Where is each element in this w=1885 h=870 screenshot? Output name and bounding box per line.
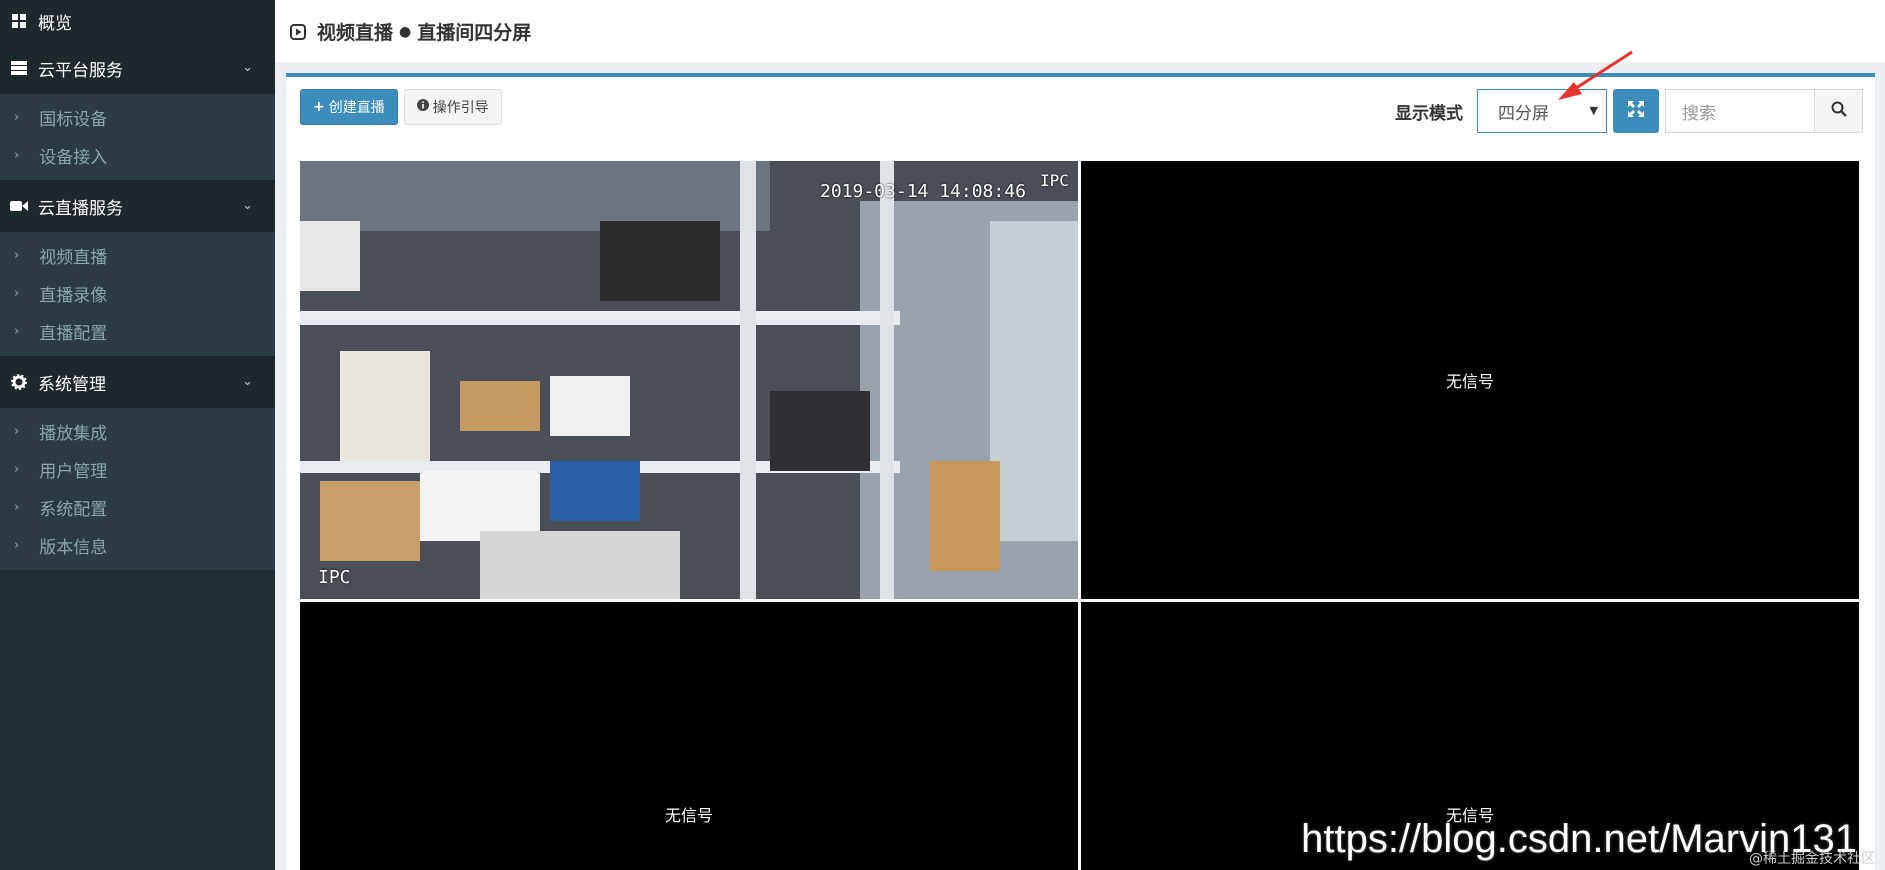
video-cell-1[interactable]: 2019-03-14 14:08:46 IPC IPC bbox=[300, 161, 1078, 599]
sidebar-item-live-config[interactable]: › 直播配置 bbox=[0, 312, 275, 350]
guide-button[interactable]: 操作引导 bbox=[403, 89, 502, 125]
no-signal-text: 无信号 bbox=[664, 806, 713, 825]
create-live-button[interactable]: + 创建直播 bbox=[300, 89, 398, 125]
chevron-right-icon: › bbox=[14, 499, 20, 515]
search-button[interactable] bbox=[1815, 89, 1863, 133]
chevron-down-icon: ⌄ bbox=[242, 60, 253, 75]
play-circle-icon bbox=[289, 23, 307, 40]
sidebar: 概览 云平台服务 ⌄ › 国标设备 › 设备接入 云直播服务 ⌄ › 视频直播 › 直播… bbox=[0, 0, 275, 870]
chevron-right-icon: › bbox=[14, 323, 20, 339]
video-cell-2[interactable]: 无信号 bbox=[1081, 161, 1859, 599]
guide-label: 操作引导 bbox=[432, 100, 489, 116]
no-signal-text: 无信号 bbox=[1445, 372, 1494, 391]
menu-group-label: 云直播服务 bbox=[38, 198, 123, 219]
search-placeholder: 搜索 bbox=[1682, 103, 1716, 124]
chevron-right-icon: › bbox=[14, 147, 20, 163]
video-camera-icon bbox=[10, 200, 28, 212]
menu-item-overview[interactable]: 概览 bbox=[0, 0, 275, 42]
sidebar-item-live-recording[interactable]: › 直播录像 bbox=[0, 274, 275, 312]
sidebar-item-label: 播放集成 bbox=[39, 423, 108, 444]
sidebar-item-label: 系统配置 bbox=[39, 499, 108, 520]
menu-group-system: 系统管理 ⌄ › 播放集成 › 用户管理 › 系统配置 › 版本信息 bbox=[0, 356, 275, 570]
sidebar-item-video-live[interactable]: › 视频直播 bbox=[0, 236, 275, 274]
create-live-label: 创建直播 bbox=[328, 100, 385, 116]
toolbar: + 创建直播 操作引导 bbox=[300, 89, 508, 125]
display-mode-label: 显示模式 bbox=[1395, 103, 1463, 124]
chevron-right-icon: › bbox=[14, 423, 20, 439]
menu-group-title-system[interactable]: 系统管理 ⌄ bbox=[0, 356, 275, 408]
sidebar-item-version-info[interactable]: › 版本信息 bbox=[0, 526, 275, 564]
watermark-sub: @稀土掘金技术社区 bbox=[1749, 851, 1875, 867]
menu-group-label: 云平台服务 bbox=[38, 60, 123, 81]
chevron-right-icon: › bbox=[14, 537, 20, 553]
search-group: 搜索 bbox=[1665, 89, 1863, 133]
annotation-arrow bbox=[1558, 50, 1633, 100]
dashboard-icon bbox=[10, 13, 28, 29]
gear-icon bbox=[10, 374, 28, 390]
video-cell-3[interactable]: 无信号 bbox=[300, 602, 1078, 870]
page-title-main: 视频直播 bbox=[317, 22, 394, 44]
sidebar-item-label: 设备接入 bbox=[39, 147, 108, 168]
menu-label-overview: 概览 bbox=[38, 13, 72, 34]
chevron-down-icon: ⌄ bbox=[242, 198, 253, 213]
info-circle-icon bbox=[416, 99, 429, 115]
sidebar-item-system-config[interactable]: › 系统配置 bbox=[0, 488, 275, 526]
menu-group-cloud-live: 云直播服务 ⌄ › 视频直播 › 直播录像 › 直播配置 bbox=[0, 180, 275, 356]
sidebar-item-label: 用户管理 bbox=[39, 461, 108, 482]
menu-group-title-cloud-platform[interactable]: 云平台服务 ⌄ bbox=[0, 42, 275, 94]
chevron-right-icon: › bbox=[14, 247, 20, 263]
page-title-sub: 直播间四分屏 bbox=[417, 22, 532, 44]
server-icon bbox=[10, 61, 28, 75]
menu-group-cloud-platform: 云平台服务 ⌄ › 国标设备 › 设备接入 bbox=[0, 42, 275, 180]
sidebar-item-player-integration[interactable]: › 播放集成 bbox=[0, 412, 275, 450]
chevron-right-icon: › bbox=[14, 461, 20, 477]
sidebar-item-label: 版本信息 bbox=[39, 537, 108, 558]
sidebar-item-label: 国标设备 bbox=[39, 109, 108, 130]
sidebar-item-device-access[interactable]: › 设备接入 bbox=[0, 136, 275, 174]
sidebar-item-user-management[interactable]: › 用户管理 bbox=[0, 450, 275, 488]
menu-group-label: 系统管理 bbox=[38, 374, 106, 395]
plus-icon: + bbox=[313, 99, 325, 115]
chevron-right-icon: › bbox=[14, 109, 20, 125]
content-header: 视频直播 ● 直播间四分屏 bbox=[275, 0, 1885, 62]
video-ipc-label-top: IPC bbox=[1040, 171, 1069, 190]
sidebar-item-label: 视频直播 bbox=[39, 247, 108, 268]
sidebar-item-gb-device[interactable]: › 国标设备 bbox=[0, 98, 275, 136]
sidebar-item-label: 直播配置 bbox=[39, 323, 108, 344]
search-icon bbox=[1831, 101, 1847, 121]
video-timestamp: 2019-03-14 14:08:46 bbox=[820, 181, 1026, 202]
chevron-down-icon: ⌄ bbox=[242, 374, 253, 389]
main-box: + 创建直播 操作引导 显示模式 四分屏 ▼ 搜索 2019-03-14 14:… bbox=[286, 73, 1875, 870]
chevron-right-icon: › bbox=[14, 285, 20, 301]
search-input[interactable]: 搜索 bbox=[1665, 89, 1815, 133]
display-mode-value: 四分屏 bbox=[1498, 103, 1549, 124]
sidebar-item-label: 直播录像 bbox=[39, 285, 108, 306]
separator-dot: ● bbox=[399, 23, 412, 40]
page-title: 视频直播 ● 直播间四分屏 bbox=[289, 18, 531, 45]
video-grid: 2019-03-14 14:08:46 IPC IPC 无信号 无信号 无信号 bbox=[300, 161, 1860, 870]
menu-group-title-cloud-live[interactable]: 云直播服务 ⌄ bbox=[0, 180, 275, 232]
camera-feed-image bbox=[300, 161, 1078, 599]
video-ipc-label-bottom: IPC bbox=[318, 567, 351, 588]
